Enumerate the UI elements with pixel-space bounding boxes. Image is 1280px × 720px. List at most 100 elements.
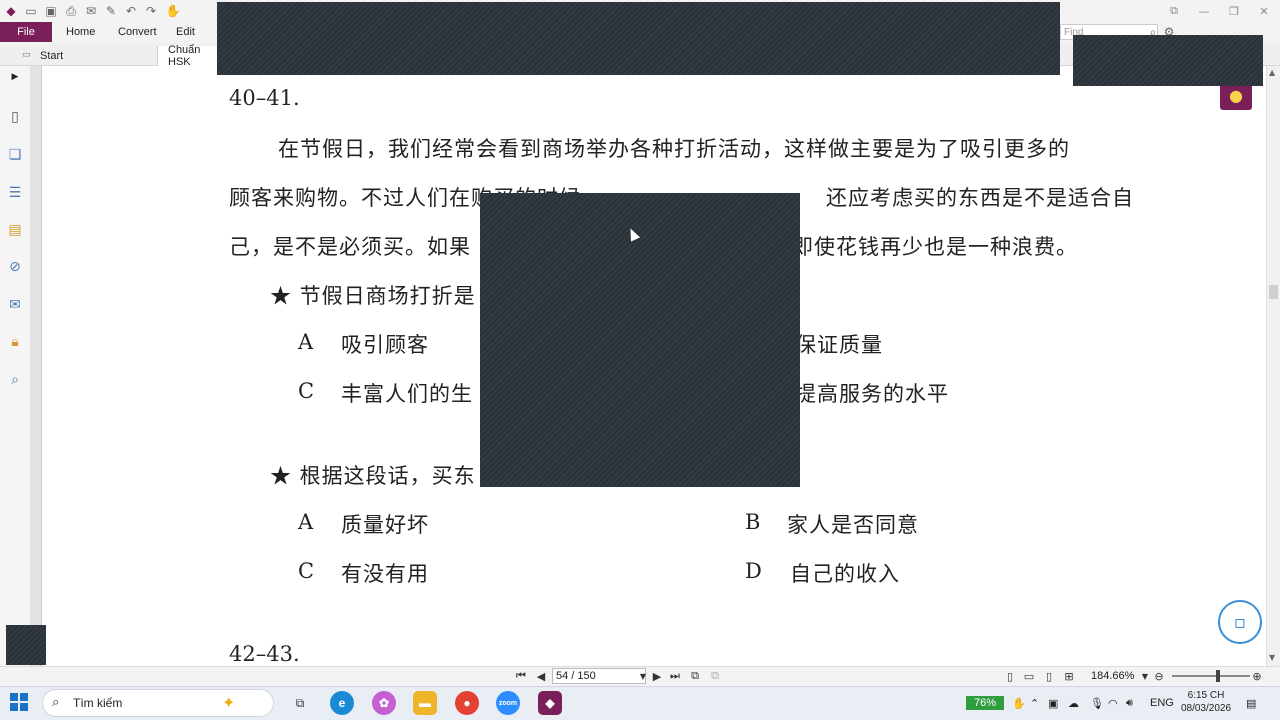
battery-status-icon: ✋ xyxy=(1012,697,1026,710)
copilot-app-icon[interactable]: ✿ xyxy=(372,691,396,715)
zoom-app-icon[interactable]: zoom xyxy=(496,691,520,715)
menu-home[interactable]: Home xyxy=(66,22,95,42)
file-explorer-icon[interactable]: ▬ xyxy=(413,691,437,715)
battery-indicator[interactable]: 76% xyxy=(966,696,1004,710)
open-icon[interactable]: ▭ xyxy=(24,4,38,18)
vertical-scrollbar[interactable] xyxy=(1266,66,1280,666)
tray-chevron-icon[interactable]: ⌃ xyxy=(1030,694,1039,712)
windows-start-icon[interactable] xyxy=(10,693,28,711)
single-page-icon[interactable]: ▯ xyxy=(1003,668,1017,684)
zoom-level[interactable]: 184.66% xyxy=(1091,668,1134,684)
expand-panel-icon[interactable]: ▶ xyxy=(6,68,24,86)
continuous-page-icon[interactable]: ▭ xyxy=(1022,668,1036,684)
option-letter: C xyxy=(298,379,315,403)
redacted-region xyxy=(6,625,46,665)
paragraph-line: 即使花钱再少也是一种浪费。 xyxy=(792,235,1078,259)
email-icon[interactable]: ✉ xyxy=(84,4,98,18)
redo-icon[interactable]: ↷ xyxy=(144,4,158,18)
microphone-icon[interactable]: 🎙︎ xyxy=(1090,694,1104,712)
prev-page-icon[interactable]: ◀ xyxy=(534,668,548,684)
question-stem: ★ 节假日商场打折是 xyxy=(270,284,476,308)
minimize-icon[interactable]: — xyxy=(1196,3,1212,19)
first-page-icon[interactable]: ⏮ xyxy=(514,668,528,684)
clock-time: 6:15 CH xyxy=(1187,690,1225,701)
pdf-app-icon[interactable]: ◆ xyxy=(538,691,562,715)
layers-icon[interactable]: ❏ xyxy=(6,146,24,164)
search-icon: ⌕ xyxy=(52,695,60,710)
scroll-thumb[interactable] xyxy=(1269,285,1278,299)
copilot-sparkle-icon[interactable]: ✦ xyxy=(222,693,235,712)
menu-convert[interactable]: Convert xyxy=(118,22,157,42)
option-letter: D xyxy=(745,559,762,583)
search-tool-icon[interactable]: ⌕ xyxy=(6,371,24,389)
split-view-icon[interactable]: ⊞ xyxy=(1062,668,1076,684)
option-text: 吸引顾客 xyxy=(341,333,429,357)
menu-edit[interactable]: Edit xyxy=(176,22,195,42)
print-icon[interactable]: ⎙ xyxy=(64,4,78,18)
section-number: 40–41. xyxy=(229,86,300,110)
paragraph-line: 在节假日，我们经常会看到商场举办各种打折活动，这样做主要是为了吸引更多的 xyxy=(278,137,1070,161)
task-view-icon[interactable]: ⧉ xyxy=(288,691,312,715)
save-icon[interactable]: ▣ xyxy=(44,4,58,18)
comments-icon[interactable]: ▤ xyxy=(6,221,24,239)
next-view-icon[interactable]: ⧉ xyxy=(708,668,722,684)
option-text: 丰富人们的生 xyxy=(341,382,473,406)
zoom-dropdown-icon[interactable]: ▼ xyxy=(1138,668,1152,684)
zoom-in-icon[interactable]: ⊕ xyxy=(1250,668,1264,684)
previous-view-icon[interactable]: ⧉ xyxy=(688,668,702,684)
taskbar-clock[interactable]: 6:15 CH 08/03/2026 xyxy=(1176,689,1236,717)
option-text: 有没有用 xyxy=(341,562,429,586)
menu-file[interactable]: File xyxy=(0,22,52,42)
facing-page-icon[interactable]: ▯ xyxy=(1042,668,1056,684)
panel-gutter[interactable] xyxy=(30,66,42,666)
zoom-slider[interactable] xyxy=(1172,675,1250,677)
volume-icon[interactable]: 🔊︎ xyxy=(1126,694,1133,712)
restore-icon[interactable]: ❐ xyxy=(1226,3,1242,19)
chrome-browser-icon[interactable]: ● xyxy=(455,691,479,715)
undo-icon[interactable]: ↶ xyxy=(124,4,138,18)
ribbon-toggle-icon[interactable]: ⧉ xyxy=(1166,3,1182,19)
tray-app-icon[interactable]: ▣ xyxy=(1048,694,1058,712)
redacted-region xyxy=(1073,35,1263,86)
question-stem: ★ 根据这段话，买东 xyxy=(270,464,476,488)
onedrive-icon[interactable]: ☁ xyxy=(1068,694,1079,712)
page-dropdown-icon[interactable]: ▼ xyxy=(636,668,650,684)
paragraph-line: 还应考虑买的东西是不是适合自 xyxy=(826,186,1134,210)
page-thumbnails-icon[interactable]: ▯ xyxy=(6,108,24,126)
option-text: 提高服务的水平 xyxy=(795,382,949,406)
security-lock-icon[interactable]: 🔒︎ xyxy=(6,333,24,351)
page-number-field[interactable]: 54 / 150 xyxy=(552,668,646,684)
scroll-up-icon[interactable]: ▲ xyxy=(1269,68,1275,77)
attachments-icon[interactable]: ⊘ xyxy=(6,258,24,276)
app-logo-icon: ◆ xyxy=(6,4,16,18)
scroll-down-icon[interactable]: ▼ xyxy=(1269,653,1275,662)
next-page-icon[interactable]: ▶ xyxy=(650,668,664,684)
tab-document[interactable]: Chuẩn HSK xyxy=(158,44,218,68)
paragraph-line: 己，是不是必须买。如果 xyxy=(229,235,471,259)
option-letter: C xyxy=(298,559,315,583)
new-icon[interactable]: ✎ xyxy=(104,4,118,18)
close-icon[interactable]: ✕ xyxy=(1256,3,1272,19)
clock-date: 08/03/2026 xyxy=(1180,703,1232,714)
bookmarks-icon[interactable]: ☰ xyxy=(6,184,24,202)
option-letter: A xyxy=(298,510,314,534)
left-sidebar: ▶ ▯ ❏ ☰ ▤ ⊘ ✉ 🔒︎ ⌕ xyxy=(0,66,30,666)
hand-tool-icon[interactable]: ✋ xyxy=(166,4,181,18)
section-number: 42–43. xyxy=(229,642,300,666)
zoom-out-icon[interactable]: ⊖ xyxy=(1152,668,1166,684)
language-indicator[interactable]: ENG xyxy=(1150,694,1174,712)
taskbar-search[interactable]: Tìm kiếm xyxy=(42,689,274,717)
signatures-icon[interactable]: ✉ xyxy=(6,296,24,314)
last-page-icon[interactable]: ⏭ xyxy=(668,668,682,684)
notification-icon[interactable]: ▤ xyxy=(1246,694,1256,712)
option-text: 保证质量 xyxy=(795,333,883,357)
chat-assistant-icon[interactable]: ▫ xyxy=(1218,600,1262,644)
edge-browser-icon[interactable]: e xyxy=(330,691,354,715)
option-text: 自己的收入 xyxy=(790,562,900,586)
option-text: 质量好坏 xyxy=(341,513,429,537)
option-letter: B xyxy=(745,510,761,534)
tab-start[interactable]: Start xyxy=(30,46,158,66)
zoom-slider-knob[interactable] xyxy=(1216,670,1220,682)
option-text: 家人是否同意 xyxy=(787,513,919,537)
wifi-icon[interactable]: ◠ xyxy=(1108,694,1118,712)
